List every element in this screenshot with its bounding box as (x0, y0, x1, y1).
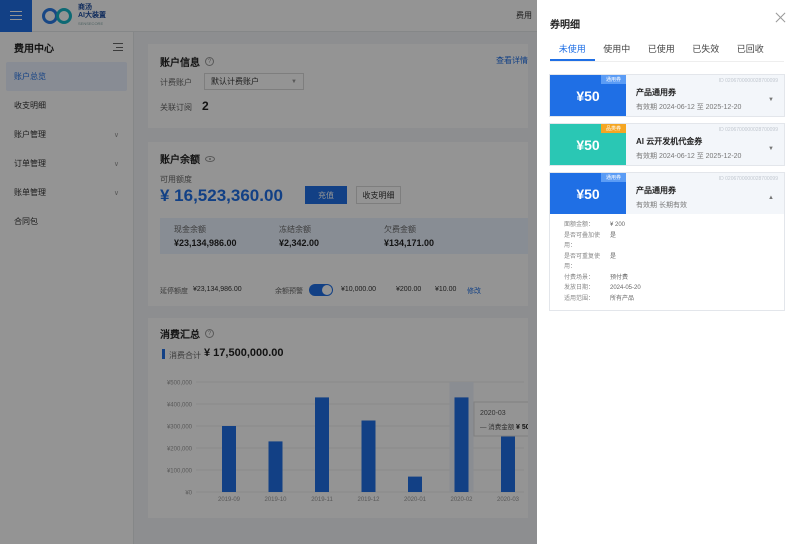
drawer-title: 券明细 (550, 20, 580, 31)
coupon-validity: 有效期 2024-06-12 至 2025-12-20 (636, 153, 742, 160)
coupon-tab[interactable]: 已失效 (684, 40, 729, 61)
detail-key: 付费场景： (564, 274, 595, 281)
coupon-info: ID 0206700000028700099 AI 云开发机代金券有效期 2024… (626, 124, 784, 165)
close-icon[interactable] (775, 11, 787, 23)
coupon-info: ID 0206700000028700099 产品通用券有效期 2024-06-1… (626, 75, 784, 116)
detail-row: 发放日期： 2024-05-20 (564, 283, 770, 294)
coupon-tag: 通用券 (600, 75, 626, 84)
detail-row: 是否可叠加使用： 是 (564, 231, 770, 252)
detail-row: 面额金额： ¥ 200 (564, 220, 770, 231)
chevron-down-icon[interactable]: ▼ (768, 146, 774, 152)
detail-value: 预付费 (610, 274, 629, 281)
chevron-down-icon[interactable]: ▼ (768, 97, 774, 103)
chevron-up-icon[interactable]: ▲ (768, 195, 774, 201)
detail-key: 面额金额： (564, 222, 595, 228)
coupon-amount-block: ¥50 通用券 (550, 173, 626, 214)
detail-value: 是 (610, 253, 617, 260)
coupon-tab[interactable]: 未使用 (550, 40, 595, 61)
coupon-tab[interactable]: 已回收 (728, 40, 773, 61)
coupon-amount: ¥50 (576, 87, 600, 104)
detail-row: 是否可重复使用： 是 (564, 252, 770, 273)
coupon-name: 产品通用券 (636, 88, 676, 97)
detail-row: 适用范围： 所有产品 (564, 294, 770, 305)
detail-key: 发放日期： (564, 285, 595, 291)
coupon-info: ID 0206700000028700099 产品通用券有效期 长期有效 ▲ (626, 173, 784, 214)
coupon-tabs: 未使用 使用中 已使用 已失效 已回收 (550, 40, 784, 62)
detail-value: 是 (610, 232, 617, 239)
coupon-amount-block: ¥50 品类券 (550, 124, 626, 165)
detail-key: 是否可叠加使用： (564, 232, 601, 250)
coupon-drawer: 券明细 未使用 使用中 已使用 已失效 已回收 ¥50 通用券 ID 02067000000… (537, 0, 796, 544)
coupon-validity: 有效期 2024-06-12 至 2025-12-20 (636, 104, 742, 111)
coupon-tab[interactable]: 已使用 (639, 40, 684, 61)
coupon-card[interactable]: ¥50 通用券 ID 0206700000028700099 产品通用券有效期 202… (549, 74, 785, 117)
coupon-tab[interactable]: 使用中 (595, 40, 640, 61)
coupon-id: ID 0206700000028700099 (718, 78, 778, 84)
coupon-name: 产品通用券 (636, 186, 676, 195)
coupon-card[interactable]: ¥50 品类券 ID 0206700000028700099 AI 云开发机代金券有效… (549, 123, 785, 166)
detail-value: 2024-05-20 (610, 285, 641, 291)
coupon-name: AI 云开发机代金券 (636, 137, 703, 146)
modal-overlay[interactable] (0, 0, 537, 544)
detail-key: 适用范围： (564, 295, 595, 302)
coupon-validity: 有效期 长期有效 (636, 202, 687, 209)
coupon-tag: 品类券 (600, 124, 626, 133)
coupon-id: ID 0206700000028700099 (718, 127, 778, 133)
coupon-amount: ¥50 (576, 185, 600, 202)
detail-value: ¥ 200 (610, 222, 626, 228)
coupon-tag: 通用券 (600, 173, 626, 182)
coupon-amount-block: ¥50 通用券 (550, 75, 626, 116)
coupon-card[interactable]: ¥50 通用券 ID 0206700000028700099 产品通用券有效期 长期有… (549, 172, 785, 311)
coupon-amount: ¥50 (576, 136, 600, 153)
detail-row: 付费场景： 预付费 (564, 273, 770, 284)
detail-value: 所有产品 (610, 295, 635, 302)
coupon-details: 面额金额： ¥ 200 是否可叠加使用：是是否可重复使用：是付费场景： 预付费 发放日期… (550, 214, 784, 310)
coupon-id: ID 0206700000028700099 (718, 176, 778, 182)
detail-key: 是否可重复使用： (564, 253, 601, 271)
